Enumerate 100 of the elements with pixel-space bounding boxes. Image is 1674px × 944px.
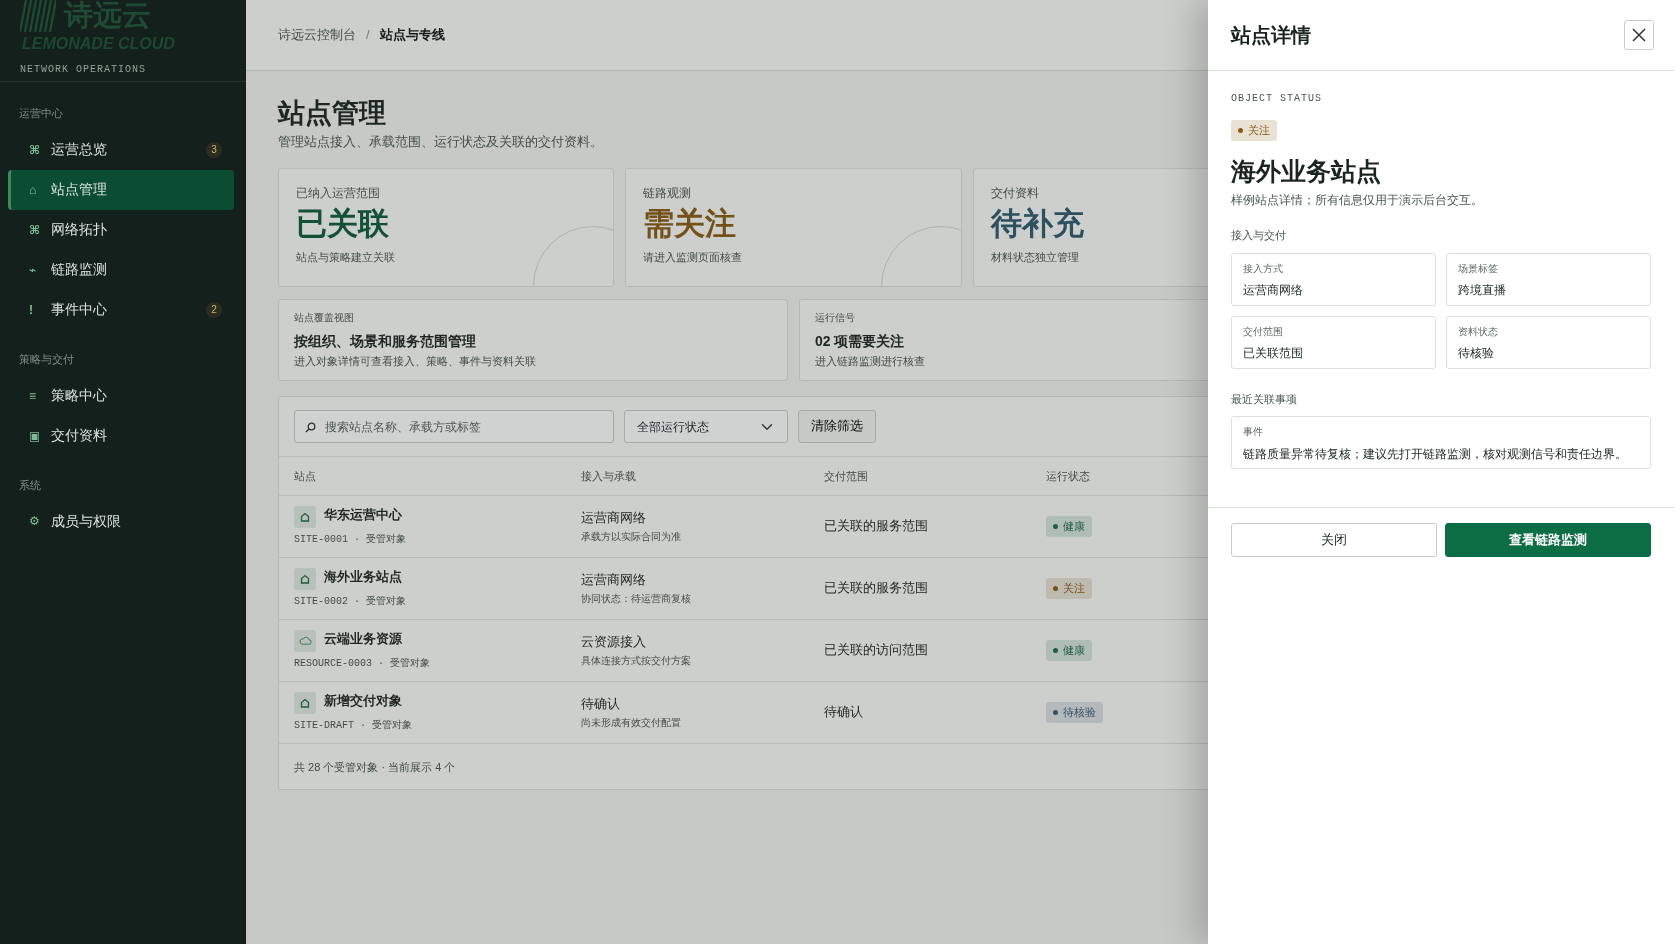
stat-note: 材料状态独立管理 [990, 249, 1079, 265]
nav-label: 运营总览 [51, 140, 107, 160]
nav-label: 策略中心 [51, 386, 107, 405]
table-footer-text: 共 28 个受管对象 · 当前展示 4 个 [293, 759, 457, 775]
event-label: 事件 [1243, 425, 1264, 440]
breadcrumb-separator: / [366, 26, 370, 45]
scope-text: 已关联的服务范围 [824, 579, 929, 597]
status-kicker: OBJECT STATUS [1231, 92, 1323, 106]
close-drawer-button[interactable]: 关闭 [1231, 523, 1437, 558]
stat-note: 站点与策略建立关联 [296, 249, 395, 265]
nav-icon: ⌘ [29, 142, 41, 157]
field-label: 接入方式 [1243, 261, 1284, 276]
status-tag: 健康 [1046, 516, 1092, 537]
field-value: 运营商网络 [1243, 282, 1304, 299]
nav-icon: ⌘ [29, 222, 41, 237]
count-badge: 2 [206, 301, 222, 318]
stat-label: 链路观测 [643, 186, 692, 202]
nav-icon: ⌁ [29, 262, 37, 277]
info-note: 进入链路监测进行核查 [815, 354, 925, 370]
stat-label: 已纳入运营范围 [296, 186, 380, 202]
close-button[interactable] [1624, 20, 1654, 50]
nav-label: 网络拓扑 [51, 220, 107, 240]
nav-group-label: 策略与交付 [18, 351, 75, 367]
column-header: 交付范围 [809, 457, 1031, 496]
site-name: 华东运营中心 [324, 506, 402, 524]
column-header: 站点 [279, 457, 566, 496]
nav-icon: ≡ [29, 388, 36, 403]
nav-icon: ⌂ [29, 182, 37, 197]
site-name: 云端业务资源 [324, 630, 402, 648]
stat-value: 已关联 [296, 205, 389, 243]
site-meta: SITE-DRAFT · 受管对象 [294, 718, 413, 733]
stat-label: 交付资料 [990, 186, 1039, 202]
nav-label: 事件中心 [51, 300, 107, 320]
house-icon [294, 691, 316, 714]
view-monitoring-button[interactable]: 查看链路监测 [1445, 523, 1651, 558]
access-type: 待确认 [581, 695, 621, 713]
nav-group-label: 运营中心 [18, 106, 64, 121]
nav-label: 站点管理 [51, 180, 107, 200]
status-tag: 待核验 [1046, 702, 1103, 723]
nav-label: 链路监测 [51, 260, 107, 280]
site-description: 样例站点详情；所有信息仅用于演示后台交互。 [1231, 193, 1484, 208]
section-label: 最近关联事项 [1231, 391, 1298, 407]
info-label: 站点覆盖视图 [294, 311, 354, 326]
stat-value: 待补充 [990, 205, 1084, 243]
status-tag: 关注 [1231, 120, 1277, 141]
cloud-icon [294, 629, 316, 652]
clear-filter-button[interactable]: 清除筛选 [798, 410, 876, 444]
nav-item[interactable]: ⌘ 网络拓扑 [8, 209, 234, 250]
site-heading: 海外业务站点 [1231, 155, 1382, 188]
nav-icon: ⚙ [29, 514, 40, 529]
search-icon [305, 422, 316, 434]
info-title: 02 项需要关注 [815, 332, 905, 352]
count-badge: 3 [206, 141, 222, 158]
field-label: 场景标签 [1458, 261, 1499, 276]
nav-item[interactable]: ! 事件中心 2 [8, 289, 234, 330]
site-name: 新增交付对象 [324, 692, 402, 710]
site-meta: RESOURCE-0003 · 受管对象 [294, 656, 431, 671]
section-label: 接入与交付 [1231, 228, 1287, 244]
nav-item[interactable]: ⌘ 运营总览 3 [8, 129, 234, 170]
stat-value: 需关注 [643, 205, 737, 243]
event-text: 链路质量异常待复核；建议先打开链路监测，核对观测信号和责任边界。 [1243, 445, 1628, 463]
scope-text: 待确认 [824, 703, 864, 721]
site-name: 海外业务站点 [324, 568, 402, 586]
access-note: 具体连接方式按交付方案 [581, 653, 692, 668]
access-note: 尚未形成有效交付配置 [581, 715, 682, 730]
page-subtitle: 管理站点接入、承载范围、运行状态及关联的交付资料。 [278, 134, 603, 152]
status-tag: 健康 [1046, 640, 1092, 661]
access-type: 运营商网络 [581, 509, 647, 527]
search-field[interactable]: 搜索站点名称、承载方或标签 [294, 410, 614, 444]
site-meta: SITE-0002 · 受管对象 [294, 594, 407, 609]
close-icon [1632, 28, 1646, 42]
breadcrumb-link[interactable]: 诗远云控制台 [278, 25, 356, 45]
nav-icon: ! [29, 302, 33, 317]
info-note: 进入对象详情可查看接入、策略、事件与资料关联 [294, 354, 536, 370]
nav-item[interactable]: ≡ 策略中心 [8, 375, 234, 416]
field-value: 已关联范围 [1243, 345, 1304, 362]
brand-subtitle: NETWORK OPERATIONS [20, 63, 148, 77]
access-type: 运营商网络 [581, 571, 647, 589]
info-label: 运行信号 [815, 311, 855, 326]
site-meta: SITE-0001 · 受管对象 [294, 532, 407, 547]
info-title: 按组织、场景和服务范围管理 [294, 332, 476, 352]
field-label: 交付范围 [1243, 324, 1284, 339]
stat-note: 请进入监测页面核查 [643, 249, 743, 265]
page-title: 站点管理 [278, 97, 386, 130]
nav-label: 交付资料 [51, 426, 107, 445]
field-value: 跨境直播 [1458, 282, 1507, 299]
scope-text: 已关联的服务范围 [824, 517, 929, 535]
nav-label: 成员与权限 [51, 511, 121, 531]
nav-item[interactable]: ⌁ 链路监测 [8, 249, 234, 290]
logo-icon [20, 0, 56, 32]
access-note: 承载方以实际合同为准 [581, 529, 682, 544]
field-value: 待核验 [1458, 345, 1495, 362]
scope-text: 已关联的访问范围 [824, 641, 929, 659]
access-type: 云资源接入 [581, 633, 647, 651]
field-label: 资料状态 [1458, 324, 1499, 339]
status-tag: 关注 [1046, 578, 1092, 599]
nav-item[interactable]: ⚙ 成员与权限 [8, 501, 234, 542]
nav-item[interactable]: ▣ 交付资料 [8, 415, 234, 456]
status-select[interactable]: 全部运行状态 [624, 410, 788, 444]
nav-item[interactable]: ⌂ 站点管理 [8, 169, 234, 210]
